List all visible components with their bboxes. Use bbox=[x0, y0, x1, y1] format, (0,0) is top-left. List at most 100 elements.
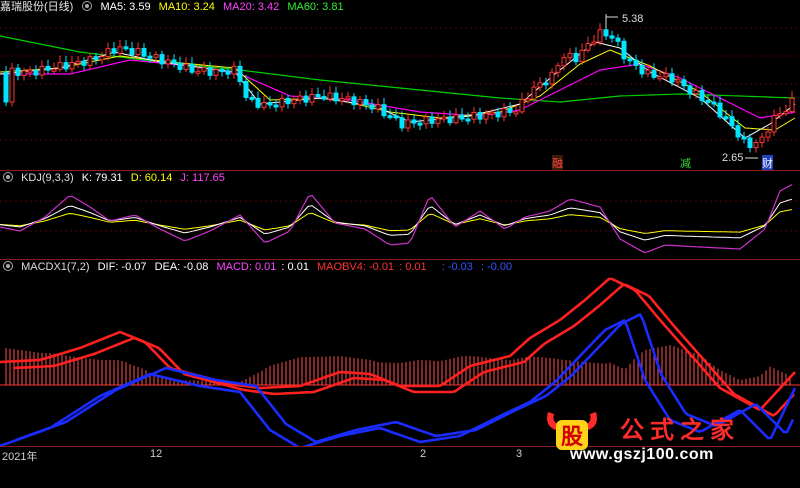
high-price-label: 5.38 bbox=[622, 13, 644, 25]
low-price-label: 2.65 bbox=[722, 152, 744, 164]
stock-title[interactable]: 嘉瑞股份(日线) bbox=[0, 1, 73, 13]
candle-body bbox=[651, 69, 657, 78]
candle-body bbox=[669, 73, 675, 83]
candle-body bbox=[297, 95, 303, 101]
candle-body bbox=[549, 71, 555, 85]
macd-header: MACDX1(7,2) DIF: -0.07 DEA: -0.08 MACD: … bbox=[0, 260, 517, 274]
candle-body bbox=[351, 96, 357, 106]
candle-body bbox=[291, 99, 297, 105]
candle-body bbox=[141, 47, 147, 57]
candle-body bbox=[723, 116, 729, 120]
price-chart[interactable] bbox=[0, 0, 800, 170]
candle-body bbox=[765, 131, 771, 138]
candle-body bbox=[699, 89, 705, 101]
candle-body bbox=[207, 67, 213, 76]
candle-body bbox=[165, 59, 171, 65]
candle-body bbox=[531, 86, 537, 100]
candle-body bbox=[417, 122, 423, 126]
candle-body bbox=[429, 116, 435, 124]
candle-body bbox=[711, 101, 717, 105]
candle-body bbox=[357, 99, 363, 106]
candle-body bbox=[471, 112, 477, 120]
candle-body bbox=[195, 70, 201, 74]
candle-body bbox=[81, 60, 87, 66]
candle-body bbox=[591, 41, 597, 45]
candle-body bbox=[237, 65, 243, 82]
indicator-settings-icon[interactable] bbox=[82, 1, 93, 11]
time-tick: 2021年 bbox=[2, 451, 38, 463]
candle-body bbox=[321, 96, 327, 100]
candle-body bbox=[435, 118, 441, 124]
candle-body bbox=[393, 115, 399, 119]
candle-body bbox=[477, 112, 483, 120]
kdj-panel: KDJ(9,3,3) K: 79.31 D: 60.14 J: 117.65 bbox=[0, 171, 800, 259]
candle-body bbox=[15, 67, 21, 77]
candle-body bbox=[309, 93, 315, 103]
flag-rong[interactable]: 融 bbox=[552, 155, 563, 170]
candle-body bbox=[135, 47, 141, 56]
macd-red-line-2 bbox=[13, 283, 795, 417]
candle-body bbox=[117, 46, 123, 54]
candle-body bbox=[333, 92, 339, 102]
candle-body bbox=[45, 65, 51, 71]
candle-body bbox=[645, 69, 651, 75]
candle-body bbox=[507, 107, 513, 113]
candle-body bbox=[27, 69, 33, 73]
candle-body bbox=[687, 85, 693, 95]
candle-body bbox=[567, 52, 573, 59]
ma60-value: MA60: 3.81 bbox=[287, 1, 344, 13]
candle-body bbox=[261, 102, 267, 108]
flag-jian[interactable]: 减 bbox=[680, 155, 691, 170]
macd-dif: DIF: -0.07 bbox=[97, 261, 147, 273]
candle-body bbox=[747, 137, 753, 149]
candle-body bbox=[9, 67, 15, 103]
watermark-title: 公式之家 bbox=[620, 415, 740, 444]
candle-body bbox=[513, 111, 519, 115]
candle-body bbox=[423, 116, 429, 125]
candle-body bbox=[99, 56, 105, 61]
flag-cai[interactable]: 财 bbox=[762, 155, 773, 170]
candle-body bbox=[345, 96, 351, 100]
candle-body bbox=[405, 119, 411, 129]
candle-body bbox=[285, 97, 291, 105]
candle-body bbox=[129, 48, 135, 56]
candle-body bbox=[63, 62, 69, 70]
candle-body bbox=[447, 116, 453, 124]
candle-body bbox=[171, 59, 177, 64]
candle-body bbox=[657, 76, 663, 80]
macd-name[interactable]: MACDX1(7,2) bbox=[21, 261, 89, 273]
candle-body bbox=[753, 142, 759, 149]
candle-body bbox=[303, 95, 309, 103]
kdj-name[interactable]: KDJ(9,3,3) bbox=[21, 172, 74, 184]
candle-body bbox=[213, 69, 219, 76]
candle-body bbox=[573, 52, 579, 63]
candle-body bbox=[21, 70, 27, 77]
candle-body bbox=[639, 64, 645, 75]
candle-body bbox=[123, 46, 129, 50]
kdj-d-line bbox=[0, 209, 793, 234]
macd-maobv-val: : 0.01 bbox=[399, 261, 427, 273]
time-tick: 3 bbox=[516, 448, 523, 460]
kdj-header: KDJ(9,3,3) K: 79.31 D: 60.14 J: 117.65 bbox=[0, 171, 230, 185]
candle-body bbox=[777, 113, 783, 117]
candle-body bbox=[33, 69, 39, 76]
macd-settings-icon[interactable] bbox=[3, 261, 13, 271]
ma20-value: MA20: 3.42 bbox=[222, 1, 280, 13]
kdj-settings-icon[interactable] bbox=[3, 172, 13, 182]
macd-maobv: MAOBV4: -0.01 bbox=[317, 261, 395, 273]
macd-macd-val: : 0.01 bbox=[281, 261, 309, 273]
candle-body bbox=[627, 58, 633, 62]
candle-body bbox=[495, 111, 501, 118]
candle-body bbox=[717, 102, 723, 118]
candle-body bbox=[597, 29, 603, 43]
candle-body bbox=[705, 99, 711, 103]
candle-body bbox=[51, 68, 57, 72]
candle-body bbox=[693, 89, 699, 95]
candle-body bbox=[387, 115, 393, 119]
candle-body bbox=[675, 79, 681, 83]
candle-body bbox=[375, 104, 381, 110]
candle-body bbox=[57, 62, 63, 70]
candle-body bbox=[381, 104, 387, 117]
candle-body bbox=[783, 111, 789, 115]
candle-body bbox=[459, 114, 465, 120]
